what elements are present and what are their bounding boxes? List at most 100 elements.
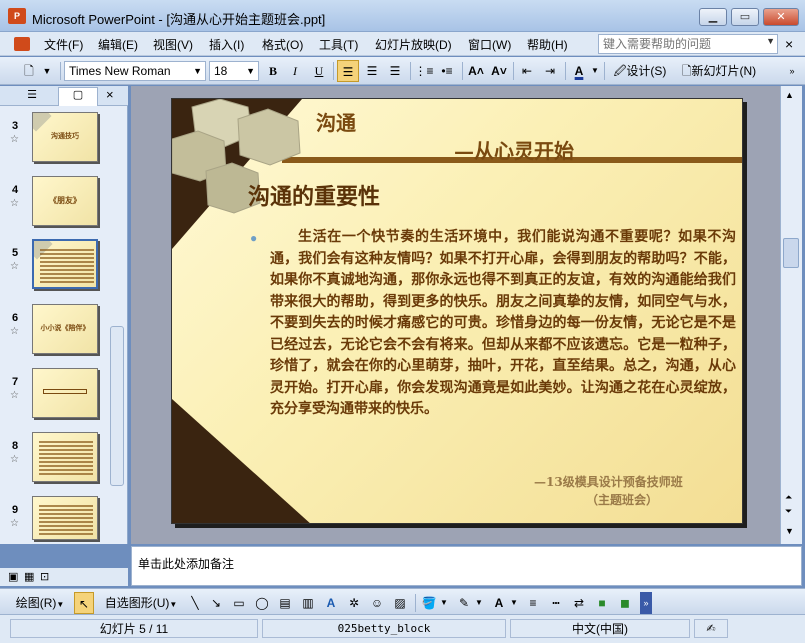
thumbnail-scrollbar[interactable] — [110, 326, 124, 486]
vertical-textbox-icon[interactable]: ▥ — [299, 592, 317, 614]
thumbnail-text: 沟通技巧 — [51, 133, 79, 140]
chevron-down-icon[interactable]: ▼ — [766, 36, 775, 46]
3d-style-icon[interactable]: ◼ — [616, 592, 634, 614]
spelling-status-icon[interactable]: ✍ — [694, 619, 728, 638]
toolbar-options-icon[interactable]: » — [640, 592, 652, 614]
italic-button[interactable]: I — [286, 60, 304, 82]
font-color-icon[interactable]: A — [569, 60, 589, 82]
decrease-indent-icon[interactable]: ⇤ — [517, 60, 537, 82]
new-document-icon[interactable]: 🗋 — [18, 60, 40, 82]
minimize-button[interactable]: ▁ — [699, 8, 727, 26]
slide-footer-meeting: （主题班会） — [586, 493, 659, 507]
select-objects-icon[interactable]: ↖ — [74, 592, 94, 614]
scroll-thumb[interactable] — [783, 238, 799, 268]
separator — [60, 62, 61, 80]
align-center-icon[interactable]: ☰ — [362, 60, 382, 82]
slides-tab-icon[interactable]: ▢ — [58, 87, 98, 106]
autoshapes-label: 自选图形(U) — [104, 596, 170, 610]
font-size-select[interactable]: 18 ▼ — [209, 61, 259, 81]
document-icon[interactable] — [14, 37, 30, 51]
slideshow-view-icon[interactable]: ⊡ — [40, 570, 49, 583]
outline-tab-icon[interactable]: ☰ — [14, 88, 50, 104]
align-left-icon[interactable]: ☰ — [337, 60, 359, 82]
numbered-list-icon[interactable]: ⋮≡ — [414, 60, 434, 82]
menu-window[interactable]: 窗口(W) — [468, 36, 511, 53]
autoshapes-menu-button[interactable]: 自选图形(U)▼ — [100, 592, 182, 614]
slide-number: 3 — [12, 120, 19, 132]
line-color-icon[interactable]: ✎ — [455, 592, 473, 614]
separator — [513, 62, 514, 80]
increase-font-icon[interactable]: A˄ — [466, 60, 486, 82]
slide-title-line1: 沟通 — [316, 111, 356, 135]
notes-pane[interactable]: 单击此处添加备注 — [131, 546, 802, 586]
scroll-up-icon[interactable]: ▲ — [785, 90, 794, 100]
previous-slide-icon[interactable]: ⏶ — [785, 492, 792, 503]
menu-tools[interactable]: 工具(T) — [319, 36, 358, 53]
menu-format[interactable]: 格式(O) — [262, 36, 303, 53]
current-slide[interactable]: 沟通 —从心灵开始 沟通的重要性 ● 生活在一个快节奏的生活环境中，我们能说沟通… — [171, 98, 743, 524]
oval-icon[interactable]: ◯ — [253, 592, 271, 614]
powerpoint-app-icon[interactable]: P — [8, 8, 26, 24]
menu-insert[interactable]: 插入(I) — [209, 36, 244, 53]
decrease-font-icon[interactable]: A˅ — [489, 60, 509, 82]
slide-vertical-scrollbar[interactable]: ▲ ⏶ ⏷ ▼ — [780, 86, 802, 544]
shadow-style-icon[interactable]: ■ — [593, 592, 611, 614]
increase-indent-icon[interactable]: ⇥ — [540, 60, 560, 82]
textbox-icon[interactable]: ▤ — [276, 592, 294, 614]
slides-panel: ☰ ▢ × 3 ☆ 沟通技巧 4 ☆ 《朋友》 5 ☆ 6 ☆ 小小说《陪伴》 … — [0, 86, 128, 544]
chevron-down-icon[interactable]: ▼ — [509, 592, 519, 614]
chevron-down-icon[interactable]: ▼ — [439, 592, 449, 614]
slide-title-line2: —从心灵开始 — [454, 139, 574, 163]
design-template-name: 025betty_block — [262, 619, 506, 638]
arrow-icon[interactable]: ↘ — [207, 592, 225, 614]
thumbnail-decoration — [33, 113, 52, 132]
chevron-down-icon[interactable]: ▼ — [193, 62, 202, 80]
menu-view[interactable]: 视图(V) — [153, 36, 193, 53]
toolbar-options-icon[interactable]: » — [785, 60, 799, 82]
design-button[interactable]: 🖉设计(S) — [609, 60, 671, 82]
underline-button[interactable]: U — [310, 60, 328, 82]
menu-help[interactable]: 帮助(H) — [527, 36, 568, 53]
line-style-icon[interactable]: ≡ — [524, 592, 542, 614]
chevron-down-icon[interactable]: ▼ — [246, 62, 255, 80]
bullet-list-icon[interactable]: •≡ — [437, 60, 457, 82]
rectangle-icon[interactable]: ▭ — [230, 592, 248, 614]
slide-number: 5 — [12, 247, 19, 259]
scroll-down-icon[interactable]: ▼ — [785, 526, 794, 536]
bold-button[interactable]: B — [264, 60, 282, 82]
slide-sorter-view-icon[interactable]: ▦ — [24, 570, 34, 583]
help-search-input[interactable] — [599, 35, 759, 53]
chevron-down-icon[interactable]: ▼ — [474, 592, 484, 614]
slide-number: 7 — [12, 376, 19, 388]
font-family-select[interactable]: Times New Roman ▼ — [64, 61, 206, 81]
menu-edit[interactable]: 编辑(E) — [98, 36, 138, 53]
font-color-icon[interactable]: A — [490, 592, 508, 614]
dash-style-icon[interactable]: ┅ — [547, 592, 565, 614]
align-right-icon[interactable]: ☰ — [385, 60, 405, 82]
thumbnail-text-lines — [39, 441, 93, 477]
new-slide-button[interactable]: 🗋新幻灯片(N) — [675, 60, 763, 82]
line-icon[interactable]: ╲ — [186, 592, 204, 614]
thumbnail-image: 沟通技巧 — [32, 112, 98, 162]
clipart-icon[interactable]: ☺ — [368, 592, 386, 614]
diagram-icon[interactable]: ✲ — [345, 592, 363, 614]
picture-icon[interactable]: ▨ — [391, 592, 409, 614]
close-panel-icon[interactable]: × — [106, 87, 114, 102]
draw-menu-button[interactable]: 绘图(R)▼ — [10, 592, 70, 614]
close-doc-icon[interactable]: × — [785, 36, 793, 52]
maximize-button[interactable]: ▭ — [731, 8, 759, 26]
fill-color-icon[interactable]: 🪣 — [420, 592, 438, 614]
chevron-down-icon[interactable]: ▼ — [40, 60, 54, 82]
wordart-icon[interactable]: A — [322, 592, 340, 614]
menu-slideshow[interactable]: 幻灯片放映(D) — [375, 36, 452, 53]
menu-file[interactable]: 文件(F) — [44, 36, 83, 53]
next-slide-icon[interactable]: ⏷ — [785, 506, 792, 517]
animation-star-icon: ☆ — [10, 390, 19, 401]
thumbnail-image — [32, 239, 98, 289]
status-bar: 幻灯片 5 / 11 025betty_block 中文(中国) ✍ — [0, 614, 805, 643]
chevron-down-icon[interactable]: ▼ — [590, 60, 600, 82]
help-search-box[interactable]: ▼ — [598, 34, 778, 54]
close-button[interactable]: ✕ — [763, 8, 799, 26]
normal-view-icon[interactable]: ▣ — [8, 570, 18, 583]
arrow-style-icon[interactable]: ⇄ — [570, 592, 588, 614]
